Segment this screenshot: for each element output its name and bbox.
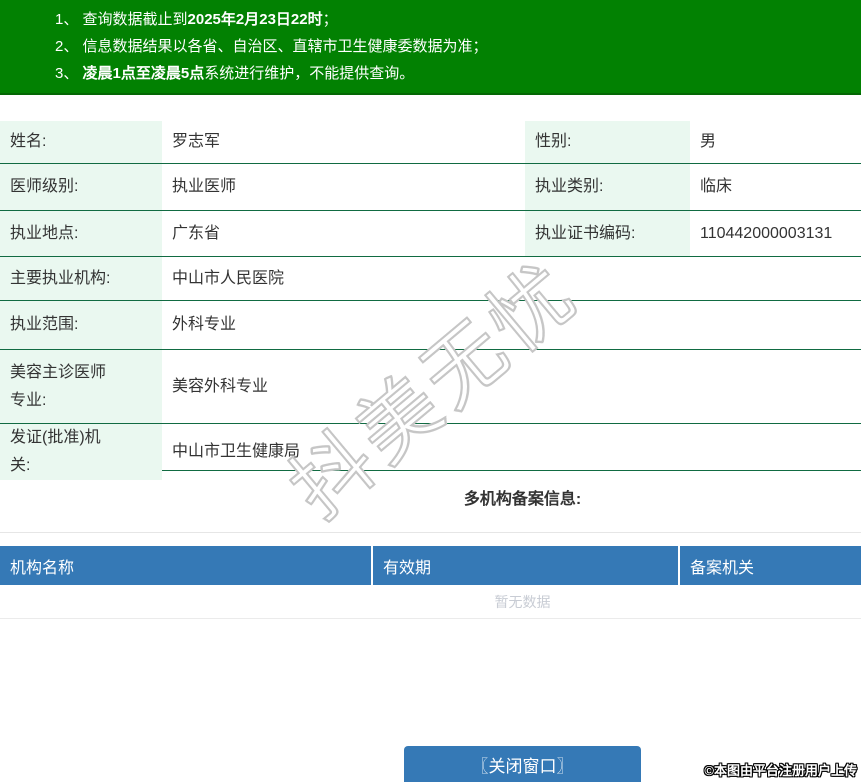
profile-row: 姓名: 罗志军 性别: 男 <box>0 121 861 164</box>
profile-row: 执业范围: 外科专业 <box>0 301 861 350</box>
notice-item: 3、 凌晨1点至凌晨5点系统进行维护，不能提供查询。 <box>55 60 861 87</box>
profile-row: 医师级别: 执业医师 执业类别: 临床 <box>0 164 861 211</box>
doctor-profile-table: 姓名: 罗志军 性别: 男医师级别: 执业医师 执业类别: 临床执业地点: 广东省 执业证书编码… <box>0 121 861 480</box>
notice-item: 2、 信息数据结果以各省、自治区、直辖市卫生健康委数据为准； <box>55 33 861 60</box>
column-header: 机构名称 <box>10 559 75 577</box>
page: 1、 查询数据截止到2025年2月23日22时； 2、 信息数据结果以各省、自治区… <box>0 0 861 782</box>
notice-text: 系统进行维护，不能提供查询。 <box>204 65 415 82</box>
notice-text: 1、 查询数据截止到 <box>55 11 188 28</box>
close-window-button[interactable]: 〖关闭窗口〗 <box>404 746 641 782</box>
field-label: 姓名: <box>0 121 162 163</box>
field-value: 临床 <box>700 178 733 195</box>
notice-text: 凌晨1点至凌晨5点 <box>82 65 205 82</box>
field-value: 110442000003131 <box>700 224 833 242</box>
profile-row: 发证(批准)机关: 中山市卫生健康局 <box>0 424 861 480</box>
uploader-watermark: ©本图由平台注册用户上传 <box>704 763 857 778</box>
field-label: 主要执业机构: <box>0 257 162 300</box>
multi-institution-section-title: 多机构备案信息: <box>0 471 861 533</box>
notice-text: ； <box>322 11 338 28</box>
field-value: 罗志军 <box>172 133 221 150</box>
field-label: 执业类别: <box>525 164 690 210</box>
field-value: 男 <box>700 133 717 150</box>
field-value: 美容外科专业 <box>172 377 269 395</box>
field-label: 执业地点: <box>0 211 162 256</box>
profile-row: 执业地点: 广东省 执业证书编码: 110442000003131 <box>0 211 861 257</box>
query-result-window: 1、 查询数据截止到2025年2月23日22时； 2、 信息数据结果以各省、自治区… <box>0 0 861 782</box>
records-table-header: 机构名称 有效期 备案机关 <box>0 546 861 585</box>
field-label: 执业范围: <box>0 301 162 349</box>
empty-state-text: 暂无数据 <box>0 585 861 619</box>
notice-item: 1、 查询数据截止到2025年2月23日22时； <box>55 6 861 33</box>
field-value: 中山市卫生健康局 <box>172 443 301 460</box>
notice-text: 2025年2月23日22时 <box>187 11 323 28</box>
notice-text: 3、 <box>55 65 83 82</box>
field-label: 发证(批准)机关: <box>0 424 162 480</box>
profile-row: 主要执业机构: 中山市人民医院 <box>0 257 861 301</box>
column-header: 有效期 <box>371 546 678 585</box>
field-value: 外科专业 <box>172 316 237 333</box>
field-value: 执业医师 <box>172 178 237 195</box>
profile-row: 美容主诊医师专业: 美容外科专业 <box>0 350 861 424</box>
field-value: 中山市人民医院 <box>172 269 285 287</box>
column-header: 备案机关 <box>678 546 861 585</box>
notice-text: 2、 信息数据结果以各省、自治区、直辖市卫生健康委数据为准； <box>55 38 488 55</box>
field-label: 美容主诊医师专业: <box>0 350 162 423</box>
field-value: 广东省 <box>172 224 221 242</box>
notice-banner: 1、 查询数据截止到2025年2月23日22时； 2、 信息数据结果以各省、自治区… <box>0 0 861 95</box>
field-label: 医师级别: <box>0 164 162 210</box>
field-label: 性别: <box>525 121 690 163</box>
field-label: 执业证书编码: <box>525 211 690 256</box>
